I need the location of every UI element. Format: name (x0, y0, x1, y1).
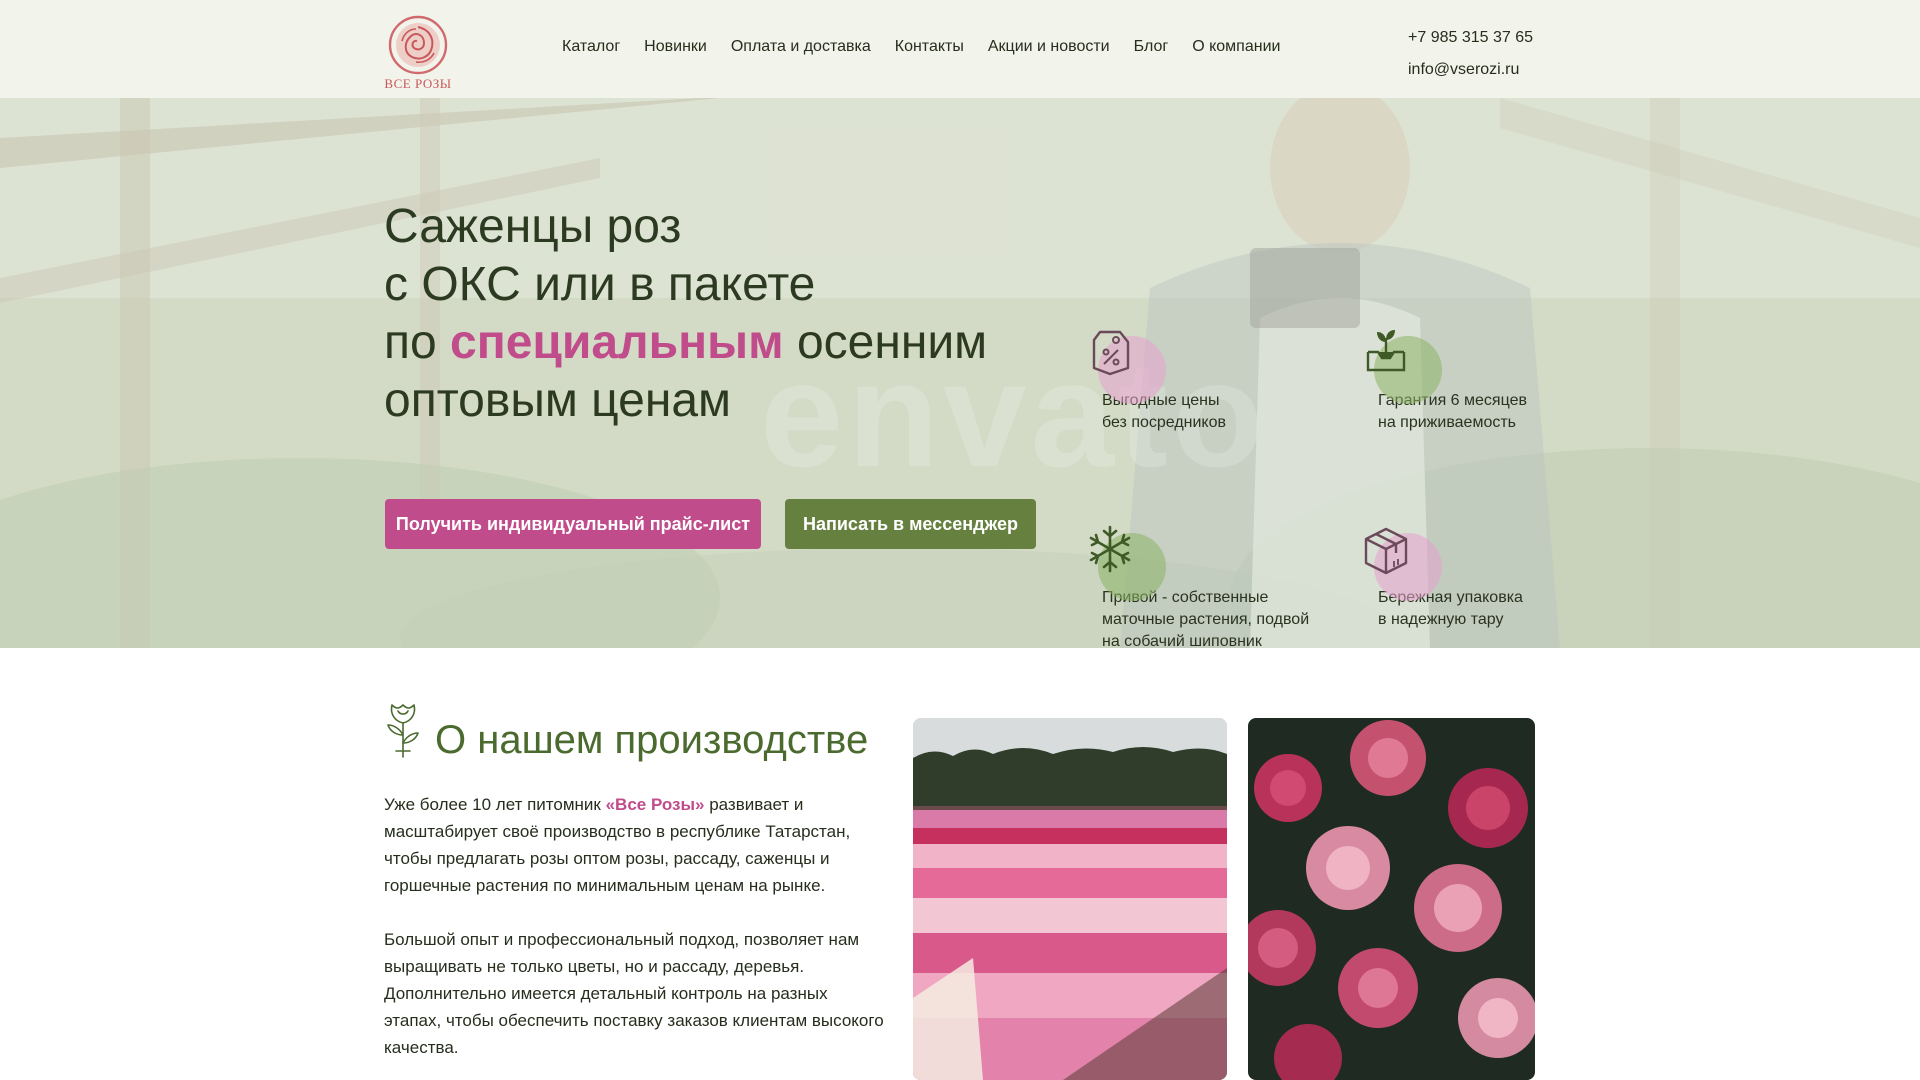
site-header: ВСЕ РОЗЫ Каталог Новинки Оплата и достав… (0, 0, 1920, 98)
rose-logo-icon (388, 15, 448, 75)
logo-text: ВСЕ РОЗЫ (384, 76, 452, 91)
about-text: Уже более 10 лет питомник «Все Розы» раз… (384, 791, 884, 1080)
rose-field-image (913, 718, 1227, 1080)
feature-prices: Выгодные цены без посредников (1086, 326, 1326, 434)
snowflake-icon (1089, 525, 1131, 573)
get-price-list-button[interactable]: Получить индивидуальный прайс-лист (385, 499, 761, 549)
email-link[interactable]: info@vserozi.ru (1408, 54, 1533, 86)
price-tag-percent-icon (1092, 330, 1130, 376)
brand-name: «Все Розы» (605, 795, 705, 814)
about-paragraph-2: Большой опыт и профессиональный подход, … (384, 930, 884, 1057)
package-box-icon (1364, 527, 1408, 575)
seedling-box-icon (1366, 330, 1406, 372)
about-paragraph-1: Уже более 10 лет питомник «Все Розы» раз… (384, 795, 851, 895)
nav-item-promo-news[interactable]: Акции и новости (988, 38, 1110, 56)
nav-item-blog[interactable]: Блог (1134, 38, 1169, 56)
hero-title-line-2: с ОКС или в пакете (384, 258, 816, 311)
nav-item-payment-delivery[interactable]: Оплата и доставка (731, 38, 871, 56)
hero-section: envato Саженцы роз с ОКС или в пакете по… (0, 98, 1920, 648)
nav-item-new[interactable]: Новинки (644, 38, 707, 56)
roses-closeup-image (1248, 718, 1535, 1080)
hero-title-line-1: Саженцы роз (384, 200, 682, 253)
messenger-button[interactable]: Написать в мессенджер (785, 499, 1036, 549)
nav-item-about[interactable]: О компании (1192, 38, 1280, 56)
about-title: О нашем производстве (435, 718, 869, 762)
hero-title-line-3: по специальным осенним (384, 314, 987, 372)
roses-closeup-photo (1248, 718, 1535, 1080)
logo[interactable]: ВСЕ РОЗЫ (383, 15, 453, 93)
feature-packaging: Бережная упаковка в надежную тару (1362, 523, 1602, 631)
rose-field-photo (913, 718, 1227, 1080)
header-contacts: +7 985 315 37 65 info@vserozi.ru (1408, 22, 1533, 86)
main-nav: Каталог Новинки Оплата и доставка Контак… (562, 38, 1304, 56)
phone-link[interactable]: +7 985 315 37 65 (1408, 22, 1533, 54)
hero-title: Саженцы роз с ОКС или в пакете по специа… (384, 198, 987, 430)
hero-title-pre: по (384, 316, 451, 369)
rose-outline-icon (387, 704, 419, 758)
hero-title-post: осенним (783, 316, 988, 369)
nav-item-contacts[interactable]: Контакты (895, 38, 964, 56)
nav-item-catalog[interactable]: Каталог (562, 38, 620, 56)
hero-title-accent: специальным (450, 316, 784, 369)
hero-title-line-4: оптовым ценам (384, 374, 732, 427)
feature-guarantee: Гарантия 6 месяцев на приживаемость (1362, 326, 1602, 434)
feature-graft: Привой - собственные маточные растения, … (1086, 523, 1326, 648)
